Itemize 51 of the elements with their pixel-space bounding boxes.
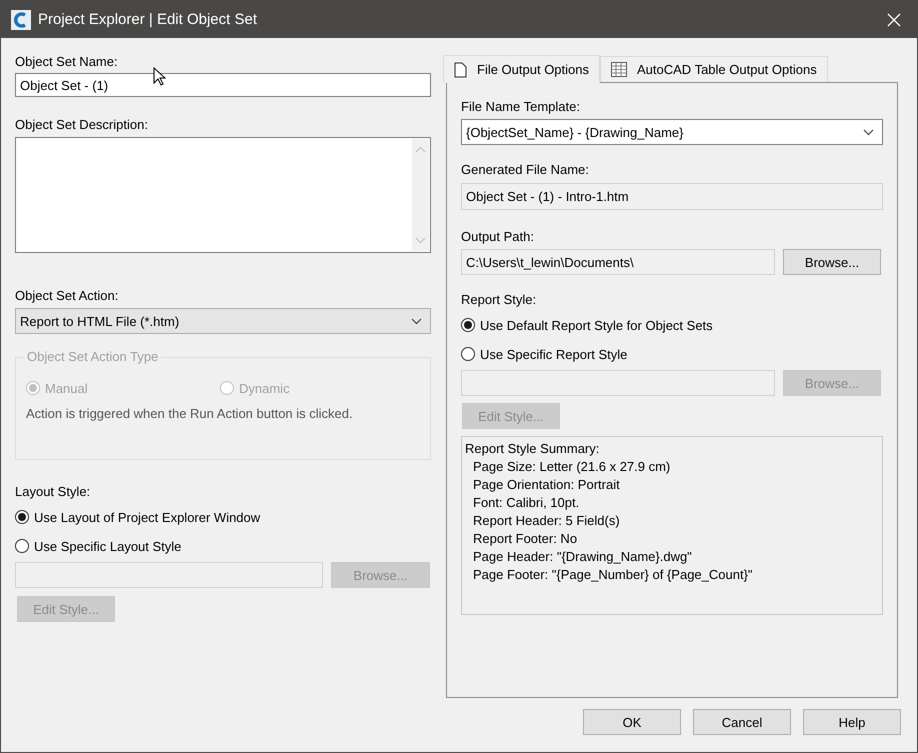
radio-label: Use Specific Layout Style [34,538,182,554]
radio-button[interactable] [461,347,475,361]
radio-button[interactable] [15,510,29,524]
table-icon [611,62,627,77]
scroll-up-icon[interactable] [415,146,426,153]
scroll-down-icon[interactable] [415,237,426,244]
page-icon [454,62,467,78]
summary-line: Report Footer: No [472,530,578,548]
scrollbar[interactable] [412,139,429,251]
close-icon [887,12,901,26]
summary-line: Page Footer: "{Page_Number} of {Page_Count}" [472,566,754,584]
field-label: Output Path: [461,229,535,244]
mouse-pointer-icon [153,67,166,86]
output-path-field[interactable]: C:\Users\t_lewin\Documents\ [461,249,775,275]
field-label: Object Set Description: [15,117,149,132]
field-label: Generated File Name: [461,162,590,177]
radio-label: Use Default Report Style for Object Sets [480,318,713,332]
action-dropdown[interactable]: Report to HTML File (*.htm) [15,308,431,334]
section-label: Layout Style: [15,484,92,499]
summary-line: Report Header: 5 Field(s) [472,512,621,530]
name-field[interactable]: Object Set - (1) [15,73,431,97]
radio-button[interactable] [15,539,29,553]
tab[interactable]: AutoCAD Table Output Options [600,56,828,82]
radio-label: Use Layout of Project Explorer Window [34,510,260,524]
action-note: Action is triggered when the Run Action button is clicked. [26,406,354,421]
field-label: File Name Template: [461,99,581,114]
summary-line: Page Size: Letter (21.6 x 27.9 cm) [472,458,672,476]
summary-line: Font: Calibri, 10pt. [472,494,580,512]
window-title: Project Explorer | Edit Object Set [38,11,258,28]
field-label: Object Set Action: [15,288,120,303]
dialog-button[interactable]: Help [803,709,901,735]
generated-name-field: Object Set - (1) - Intro-1.htm [461,183,883,210]
radio-button[interactable] [461,318,475,332]
template-dropdown[interactable]: {ObjectSet_Name} - {Drawing_Name} [461,119,883,145]
caret-icon [863,128,874,136]
radio-label: Use Specific Report Style [480,346,628,362]
group-legend: Object Set Action Type [24,349,162,364]
browse-button[interactable]: Browse... [783,249,881,275]
radio-label: Manual [45,380,88,396]
description-field[interactable] [15,137,431,253]
app-logo-icon [11,10,31,30]
dialog-button[interactable]: OK [583,709,681,735]
summary-line: Page Header: "{Drawing_Name}.dwg" [472,548,693,566]
field-label: Object Set Name: [15,54,119,69]
tab[interactable]: File Output Options [443,55,600,83]
radio-label: Dynamic [239,380,290,396]
summary-line: Page Orientation: Portrait [472,476,621,494]
summary-title: Report Style Summary: [465,440,600,458]
caret-icon [411,318,422,324]
dialog-button[interactable]: Cancel [693,709,791,735]
section-label: Report Style: [461,292,538,307]
